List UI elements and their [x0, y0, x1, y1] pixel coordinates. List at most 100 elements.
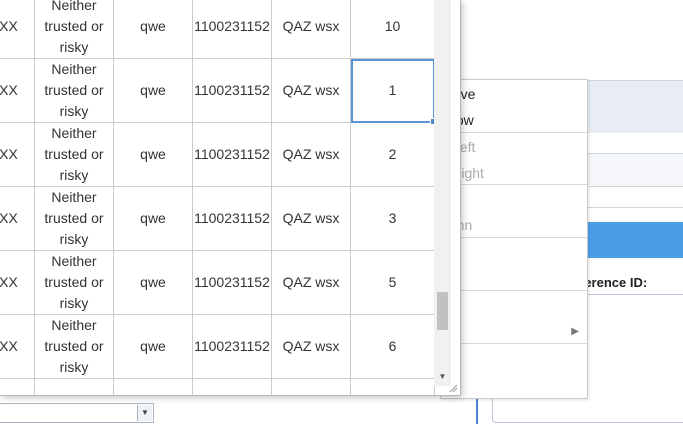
- table-row: XX Neither trusted or risky qwe 1100231152 Q…: [0, 0, 435, 59]
- scrollbar-thumb[interactable]: [437, 292, 448, 330]
- table-cell[interactable]: QAZ wsx: [271, 186, 351, 251]
- table-row: XX Neither trusted or risky qwe 1100231152 Q…: [0, 314, 435, 379]
- resize-grip-icon[interactable]: [448, 383, 458, 393]
- context-menu-item[interactable]: [441, 239, 587, 265]
- scroll-down-arrow-icon[interactable]: ▼: [434, 370, 451, 384]
- table-cell[interactable]: 1100231152: [192, 314, 272, 379]
- table-cell[interactable]: [113, 378, 193, 395]
- table-cell[interactable]: 2: [350, 122, 435, 187]
- table-cell[interactable]: 1100231152: [192, 0, 272, 59]
- cell-text: Neither trusted or risky: [44, 189, 104, 247]
- context-menu: boveelown leftn rightyumn ▶: [440, 79, 588, 399]
- cell-text: XX: [0, 274, 18, 290]
- submenu-arrow-icon: ▶: [571, 326, 579, 337]
- cell-text: QAZ wsx: [282, 274, 340, 290]
- dropdown-arrow-icon[interactable]: ▼: [137, 405, 152, 421]
- cell-text: QAZ wsx: [282, 338, 340, 354]
- table-cell[interactable]: qwe: [113, 0, 193, 59]
- cell-text: Neither trusted or risky: [44, 317, 104, 375]
- cell-text: 6: [388, 338, 397, 354]
- cell-text: Neither trusted or risky: [44, 61, 104, 119]
- table-row: XX Neither trusted or risky qwe 1100231152 Q…: [0, 58, 437, 125]
- bottom-dropdown[interactable]: ▼: [0, 403, 154, 423]
- table-row: XX Neither trusted or risky qwe 1100231152 Q…: [0, 250, 435, 315]
- table-cell[interactable]: XX: [0, 122, 35, 187]
- table-cell[interactable]: Neither trusted or risky: [34, 314, 114, 379]
- cell-text: XX: [0, 338, 18, 354]
- table-row: Neither: [0, 378, 435, 395]
- background-blue-bar[interactable]: [586, 222, 683, 258]
- cell-text: Neither trusted or risky: [44, 125, 104, 183]
- cell-text: qwe: [140, 18, 166, 34]
- table-cell[interactable]: 1: [350, 58, 437, 125]
- table-cell[interactable]: Neither trusted or risky: [34, 122, 114, 187]
- table-cell[interactable]: qwe: [113, 250, 193, 315]
- cell-text: QAZ wsx: [282, 210, 340, 226]
- table-cell[interactable]: XX: [0, 0, 35, 59]
- cell-text: 1100231152: [194, 210, 270, 226]
- table-cell[interactable]: [192, 378, 272, 395]
- table-cell[interactable]: qwe: [113, 314, 193, 379]
- table-cell[interactable]: 1100231152: [192, 58, 272, 123]
- table-cell[interactable]: [0, 378, 35, 395]
- table-cell[interactable]: XX: [0, 314, 35, 379]
- cell-text: XX: [0, 82, 18, 98]
- data-table: XX Neither trusted or risky qwe 1100231152 Q…: [0, 0, 437, 395]
- table-cell[interactable]: QAZ wsx: [271, 250, 351, 315]
- table-cell[interactable]: 1100231152: [192, 186, 272, 251]
- cell-text: 1: [388, 82, 397, 98]
- reference-id-label: ference ID:: [580, 275, 648, 290]
- table-cell[interactable]: QAZ wsx: [271, 314, 351, 379]
- table-cell[interactable]: QAZ wsx: [271, 58, 351, 123]
- context-menu-item: n left: [441, 134, 587, 160]
- context-menu-item[interactable]: y: [441, 186, 587, 212]
- table-cell[interactable]: QAZ wsx: [271, 0, 351, 59]
- table-cell[interactable]: qwe: [113, 122, 193, 187]
- background-field[interactable]: [586, 153, 683, 187]
- cell-text: Neither trusted or risky: [44, 0, 104, 55]
- cell-text: QAZ wsx: [282, 146, 340, 162]
- context-menu-item: n right: [441, 160, 587, 186]
- cell-text: XX: [0, 18, 18, 34]
- table-cell[interactable]: XX: [0, 186, 35, 251]
- table-cell[interactable]: Neither trusted or risky: [34, 0, 114, 59]
- cell-text: QAZ wsx: [282, 18, 340, 34]
- cell-text: 5: [388, 274, 397, 290]
- table-cell[interactable]: QAZ wsx: [271, 122, 351, 187]
- table-cell[interactable]: 1100231152: [192, 250, 272, 315]
- table-cell[interactable]: qwe: [113, 58, 193, 123]
- table-cell[interactable]: 3: [350, 186, 435, 251]
- context-menu-item[interactable]: [441, 265, 587, 291]
- vertical-scrollbar[interactable]: ▼: [434, 0, 451, 386]
- table-cell[interactable]: XX: [0, 250, 35, 315]
- cell-text: 1100231152: [194, 338, 270, 354]
- table-cell[interactable]: Neither trusted or risky: [34, 186, 114, 251]
- table-cell[interactable]: Neither: [34, 378, 114, 395]
- cell-text: qwe: [140, 210, 166, 226]
- table-cell[interactable]: 10: [350, 0, 435, 59]
- context-menu-item[interactable]: ▶: [441, 319, 587, 345]
- cell-text: 1100231152: [194, 82, 270, 98]
- table-cell[interactable]: 5: [350, 250, 435, 315]
- table-cell[interactable]: qwe: [113, 186, 193, 251]
- context-menu-item: umn: [441, 212, 587, 238]
- cell-text: XX: [0, 210, 18, 226]
- cell-text: 2: [388, 146, 397, 162]
- cell-text: QAZ wsx: [282, 82, 340, 98]
- table-cell[interactable]: [271, 378, 351, 395]
- context-menu-item[interactable]: bove: [441, 81, 587, 107]
- table-cell[interactable]: [350, 378, 435, 395]
- table-cell[interactable]: XX: [0, 58, 35, 123]
- cell-text: qwe: [140, 82, 166, 98]
- background-header-band: [586, 80, 683, 133]
- table-cell[interactable]: Neither trusted or risky: [34, 250, 114, 315]
- table-popup: XX Neither trusted or risky qwe 1100231152 Q…: [0, 0, 461, 396]
- cell-text: 1100231152: [194, 274, 270, 290]
- table-cell[interactable]: Neither trusted or risky: [34, 58, 114, 123]
- table-cell[interactable]: 1100231152: [192, 122, 272, 187]
- table-cell[interactable]: 6: [350, 314, 435, 379]
- background-accent-line: [476, 395, 478, 424]
- context-menu-item[interactable]: elow: [441, 107, 587, 133]
- table-row: XX Neither trusted or risky qwe 1100231152 Q…: [0, 186, 435, 251]
- context-menu-item[interactable]: [441, 345, 587, 371]
